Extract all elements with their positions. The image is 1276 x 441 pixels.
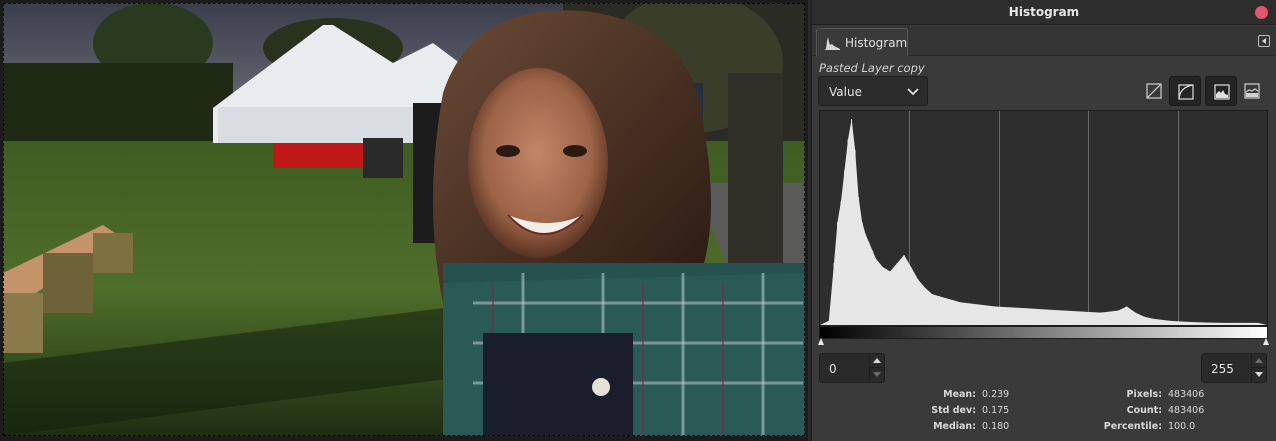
histogram-bin — [1205, 322, 1207, 325]
histogram-bars-icon — [1214, 84, 1230, 100]
image-canvas[interactable] — [0, 0, 808, 441]
histogram-bin — [844, 170, 846, 325]
tab-bar: Histogram — [812, 26, 1276, 56]
count-label: Count: — [1126, 405, 1162, 416]
histogram-bin — [833, 263, 835, 325]
histogram-bin — [828, 320, 830, 325]
channel-selected-value: Value — [829, 85, 862, 99]
histogram-bin — [931, 294, 933, 325]
histogram-bin — [868, 242, 870, 325]
range-start-value: 0 — [829, 362, 837, 376]
percentile-value: 100.0 — [1168, 421, 1196, 432]
tab-histogram[interactable]: Histogram — [816, 28, 908, 56]
histogram-bin — [924, 287, 926, 325]
histogram-bin — [840, 201, 842, 325]
histogram-svg — [820, 111, 1267, 325]
range-end-spinbox[interactable]: 255 — [1201, 353, 1267, 383]
tab-label: Histogram — [845, 36, 908, 50]
channel-dropdown[interactable]: Value — [818, 76, 928, 106]
chevron-down-icon — [907, 88, 919, 96]
pixels-value: 483406 — [1168, 389, 1205, 400]
count-value: 483406 — [1168, 405, 1205, 416]
histogram-bin — [872, 250, 874, 325]
histogram-bin — [882, 267, 884, 325]
std-dev-label: Std dev: — [931, 405, 976, 416]
histogram-dock: Histogram Histogram Pasted Layer copy Va… — [810, 0, 1276, 441]
histogram-outline-icon — [1244, 83, 1260, 99]
histogram-bin — [858, 197, 860, 325]
logarithmic-histogram-icon — [1178, 84, 1194, 100]
histogram-icon — [824, 37, 840, 50]
median-label: Median: — [933, 421, 976, 432]
histogram-bin — [952, 300, 954, 325]
layer-name: Pasted Layer copy — [819, 61, 925, 75]
linear-histogram-icon — [1146, 83, 1162, 99]
histogram-bin — [896, 263, 898, 325]
histogram-bin — [1170, 320, 1172, 325]
percentile-label: Percentile: — [1103, 421, 1162, 432]
histogram-bin — [1099, 312, 1101, 325]
histogram-bin — [1240, 322, 1242, 325]
histogram-bin — [1012, 307, 1014, 325]
histogram-bin — [910, 267, 912, 325]
range-end-handle[interactable] — [1263, 338, 1269, 345]
histogram-bin — [945, 298, 947, 325]
mean-value: 0.239 — [982, 389, 1010, 400]
histogram-bin — [1143, 316, 1145, 325]
mean-label: Mean: — [943, 389, 976, 400]
histogram-bin — [959, 302, 961, 325]
histogram-bin — [1064, 310, 1066, 325]
histogram-area — [820, 119, 1267, 325]
dock-titlebar[interactable]: Histogram — [812, 0, 1276, 25]
histogram-bin — [977, 304, 979, 325]
histogram-bin — [861, 222, 863, 325]
tab-menu-button[interactable] — [1258, 35, 1270, 47]
histogram-plot[interactable] — [819, 110, 1268, 326]
logarithmic-histogram-button[interactable] — [1169, 76, 1201, 106]
histogram-bin — [865, 234, 867, 325]
range-end-decrement[interactable] — [1252, 368, 1266, 382]
histogram-bin — [1257, 322, 1259, 325]
histogram-bin — [854, 149, 856, 325]
range-start-decrement[interactable] — [870, 368, 884, 382]
histogram-bin — [837, 222, 839, 325]
median-value: 0.180 — [982, 421, 1010, 432]
histogram-bin — [889, 271, 891, 325]
histogram-outline-button[interactable] — [1236, 76, 1268, 106]
histogram-bin — [847, 139, 849, 325]
histogram-bin — [851, 119, 853, 325]
histogram-bin — [1187, 321, 1189, 325]
histogram-bin — [1117, 310, 1119, 325]
pixels-label: Pixels: — [1126, 389, 1163, 400]
histogram-bin — [1222, 322, 1224, 325]
histogram-bin — [994, 306, 996, 325]
histogram-bin — [1135, 312, 1137, 325]
range-end-value: 255 — [1211, 362, 1234, 376]
range-start-increment[interactable] — [870, 354, 884, 368]
histogram-bin — [938, 296, 940, 325]
range-start-handle[interactable] — [818, 338, 824, 345]
canvas-photo — [3, 3, 805, 436]
value-gradient-strip — [819, 326, 1268, 339]
std-dev-value: 0.175 — [982, 405, 1010, 416]
histogram-bars-button[interactable] — [1205, 76, 1237, 106]
histogram-bin — [1029, 308, 1031, 325]
linear-histogram-button[interactable] — [1138, 76, 1170, 106]
range-end-increment[interactable] — [1252, 354, 1266, 368]
histogram-bin — [1047, 309, 1049, 325]
close-button[interactable] — [1255, 6, 1268, 19]
histogram-bin — [1152, 318, 1154, 325]
histogram-bin — [875, 259, 877, 325]
histogram-bin — [903, 254, 905, 325]
histogram-bin — [1126, 306, 1128, 325]
dock-title: Histogram — [1008, 5, 1080, 19]
range-start-spinbox[interactable]: 0 — [819, 353, 885, 383]
histogram-bin — [1082, 311, 1084, 325]
histogram-bin — [917, 279, 919, 325]
